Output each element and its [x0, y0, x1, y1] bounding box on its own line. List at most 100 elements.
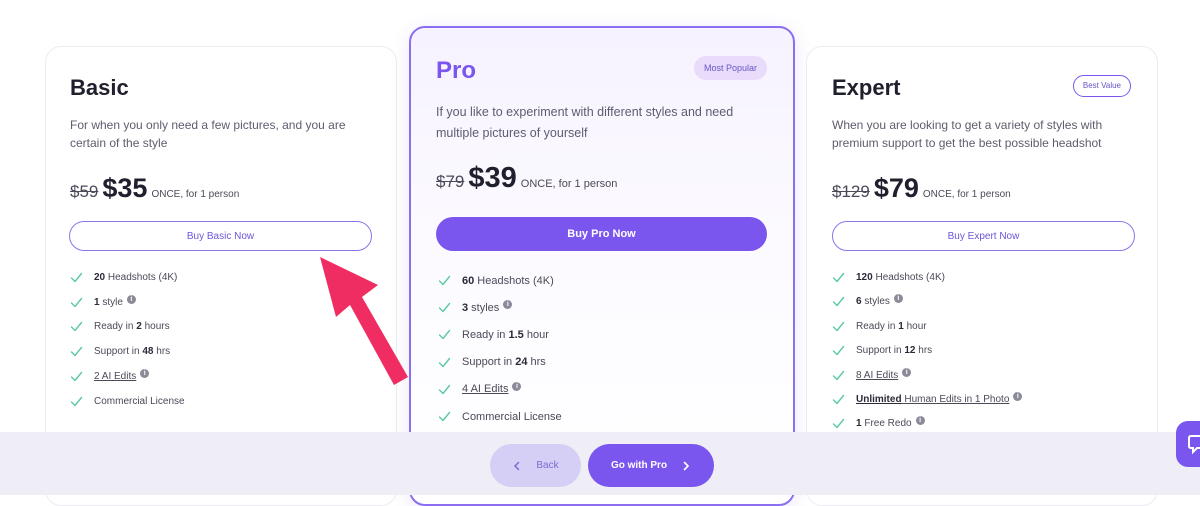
feature-pre: Support in: [462, 356, 516, 369]
feature-bold: 20: [94, 272, 106, 283]
feature-text: Free Redo: [861, 418, 912, 430]
chat-widget-button[interactable]: [1176, 421, 1200, 467]
feature-text: hrs: [527, 356, 546, 369]
check-icon: [832, 394, 845, 405]
check-icon: [70, 371, 83, 381]
feature-item: 3 styles i: [438, 300, 513, 314]
back-button[interactable]: Back: [490, 444, 581, 487]
feature-bold: 24: [515, 356, 528, 369]
feature-text: Commercial License: [462, 410, 562, 423]
feature-text: Commercial License: [462, 411, 562, 423]
back-label: Back: [536, 460, 559, 471]
feature-item: 6 styles i: [832, 294, 903, 308]
annotation-arrow: [320, 257, 408, 385]
info-icon[interactable]: i: [902, 367, 912, 377]
check-icon: [832, 419, 845, 429]
info-icon[interactable]: i: [126, 294, 136, 304]
feature-text: Support in 12 hrs: [856, 345, 932, 356]
feature-text: 20 Headshots (4K): [94, 272, 177, 283]
feature-bold: 48: [142, 346, 154, 358]
feature-text: style: [99, 296, 123, 308]
chevron-right-icon: [683, 461, 690, 470]
feature-item: 120 Headshots (4K): [832, 271, 945, 284]
feature-link: 4 AI Edits: [462, 383, 509, 396]
check-icon: [70, 272, 83, 283]
info-icon[interactable]: i: [512, 381, 522, 391]
feature-text: 3 styles: [462, 302, 499, 314]
feature-text[interactable]: 4 AI Edits: [462, 383, 508, 395]
feature-link: 2 AI Edits: [94, 370, 137, 382]
feature-item: 1 style i: [70, 294, 136, 309]
feature-text: Headshots (4K): [105, 272, 178, 283]
feature-text: 1 Free Redo: [856, 418, 912, 429]
feature-link-bold: Unlimited: [856, 394, 902, 405]
feature-text: hrs: [153, 346, 171, 358]
feature-text: hours: [141, 321, 170, 333]
check-icon: [70, 396, 83, 406]
feature-pre: Support in: [856, 345, 905, 357]
feature-item: Ready in 1 hour: [832, 320, 927, 333]
feature-text: styles: [861, 296, 890, 308]
check-icon: [438, 330, 451, 340]
info-icon[interactable]: i: [1013, 392, 1023, 401]
feature-text: Headshots (4K): [474, 274, 554, 287]
feature-text: Ready in 1.5 hour: [462, 329, 549, 341]
check-icon: [832, 345, 845, 356]
feature-text: Ready in 1 hour: [856, 321, 927, 332]
feature-text: 120 Headshots (4K): [856, 272, 945, 283]
feature-item: Commercial License: [438, 410, 562, 423]
check-icon: [438, 357, 451, 367]
feature-item: Ready in 2 hours: [70, 320, 170, 333]
feature-text: Ready in 2 hours: [94, 321, 170, 332]
feature-item: 2 AI Edits i: [70, 368, 150, 383]
feature-text: Commercial License: [94, 396, 185, 407]
chat-icon: [1188, 435, 1200, 455]
feature-item: 8 AI Edits i: [832, 367, 912, 382]
go-label: Go with Pro: [610, 460, 668, 471]
feature-text: Commercial License: [94, 395, 185, 407]
check-icon: [70, 297, 83, 307]
info-icon[interactable]: i: [915, 416, 925, 426]
feature-item: 20 Headshots (4K): [70, 271, 177, 284]
feature-item: Ready in 1.5 hour: [438, 328, 549, 341]
feature-text: 6 styles: [856, 296, 890, 307]
feature-text[interactable]: Unlimited Human Edits in 1 Photo: [856, 394, 1009, 405]
check-icon: [70, 346, 83, 357]
feature-text[interactable]: 8 AI Edits: [856, 370, 898, 381]
info-icon[interactable]: i: [893, 294, 903, 304]
feature-pre: Ready in: [94, 321, 137, 333]
feature-text: Support in 24 hrs: [462, 356, 546, 368]
check-icon: [438, 384, 451, 394]
check-icon: [438, 302, 451, 313]
go-with-pro-button[interactable]: Go with Pro: [588, 444, 714, 487]
feature-pre: Ready in: [462, 328, 509, 341]
feature-pre: Ready in: [856, 320, 899, 332]
feature-item: 1 Free Redo i: [832, 416, 925, 430]
feature-text: 60 Headshots (4K): [462, 275, 554, 287]
feature-item: Support in 24 hrs: [438, 356, 546, 369]
feature-link: Human Edits in 1 Photo: [901, 394, 1010, 405]
feature-item: Unlimited Human Edits in 1 Photo i: [832, 392, 1023, 406]
feature-text: styles: [468, 301, 500, 314]
feature-item: 4 AI Edits i: [438, 381, 522, 396]
feature-bold: 1.5: [508, 328, 524, 341]
check-icon: [832, 297, 845, 307]
feature-text[interactable]: 2 AI Edits: [94, 371, 136, 382]
feature-item: Commercial License: [70, 395, 185, 408]
feature-item: Support in 12 hrs: [832, 344, 932, 357]
feature-bold: 60: [462, 274, 475, 287]
feature-text: hour: [903, 320, 927, 332]
feature-item: Support in 48 hrs: [70, 345, 170, 358]
check-icon: [70, 322, 83, 332]
info-icon[interactable]: i: [503, 300, 513, 310]
chevron-left-icon: [514, 461, 520, 470]
info-icon[interactable]: i: [140, 368, 150, 378]
feature-text: Support in 48 hrs: [94, 346, 170, 357]
feature-pre: Support in: [94, 346, 143, 358]
check-icon: [832, 272, 845, 283]
feature-link: 8 AI Edits: [856, 369, 899, 381]
feature-text: hrs: [915, 345, 933, 357]
feature-item: 60 Headshots (4K): [438, 274, 554, 287]
check-icon: [832, 370, 845, 380]
check-icon: [438, 411, 451, 422]
